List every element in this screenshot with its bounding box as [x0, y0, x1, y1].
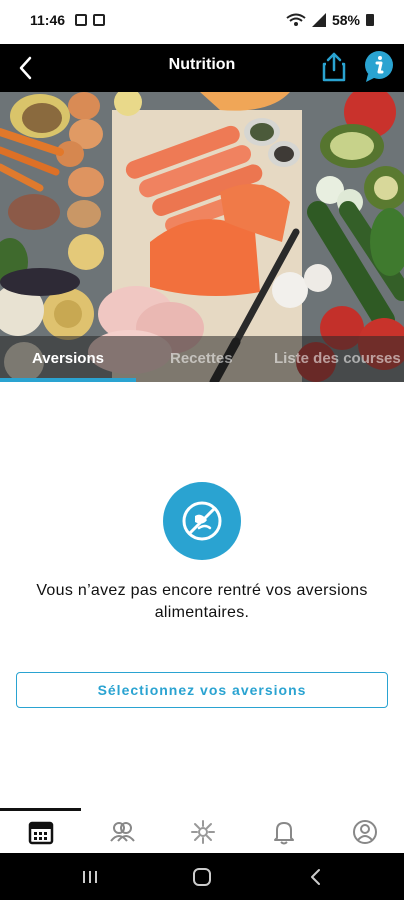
share-icon[interactable]: [318, 50, 350, 84]
gallery-icon: [75, 14, 87, 26]
status-notification-icons: [75, 14, 105, 26]
info-icon[interactable]: [362, 48, 396, 86]
system-navigation-bar: [0, 853, 404, 900]
tab-recettes[interactable]: Recettes: [170, 350, 233, 367]
calendar-icon[interactable]: [26, 817, 56, 847]
recents-icon[interactable]: [78, 865, 102, 889]
nutrition-icon[interactable]: [188, 817, 218, 847]
empty-message-line1: Vous n’avez pas encore rentré vos aversi…: [36, 582, 368, 599]
nutrition-tabs: Aversions Recettes Liste des courses: [0, 336, 404, 382]
home-icon[interactable]: [190, 865, 214, 889]
signal-icon: [311, 13, 326, 27]
select-aversions-button[interactable]: Sélectionnez vos aversions: [16, 672, 388, 708]
wifi-icon: [286, 13, 306, 26]
bottom-nav: [0, 811, 404, 853]
status-time: 11:46: [30, 12, 66, 28]
status-right: 58%: [286, 12, 374, 28]
tab-liste-des-courses[interactable]: Liste des courses: [274, 350, 401, 367]
app-notification-icon: [93, 14, 105, 26]
status-bar: 11:46 58%: [0, 0, 404, 44]
profile-icon[interactable]: [350, 817, 380, 847]
system-back-icon[interactable]: [304, 865, 328, 889]
no-food-icon: [163, 482, 241, 560]
battery-percent: 58%: [331, 12, 360, 28]
community-icon[interactable]: [107, 817, 137, 847]
app-header: Nutrition: [0, 44, 404, 92]
battery-icon: [366, 14, 374, 26]
active-tab-indicator: [0, 378, 136, 382]
bell-icon[interactable]: [269, 817, 299, 847]
empty-message-line2: alimentaires.: [154, 604, 250, 621]
tab-aversions[interactable]: Aversions: [32, 350, 104, 367]
empty-state-message: Vous n’avez pas encore rentré vos aversi…: [0, 580, 404, 624]
